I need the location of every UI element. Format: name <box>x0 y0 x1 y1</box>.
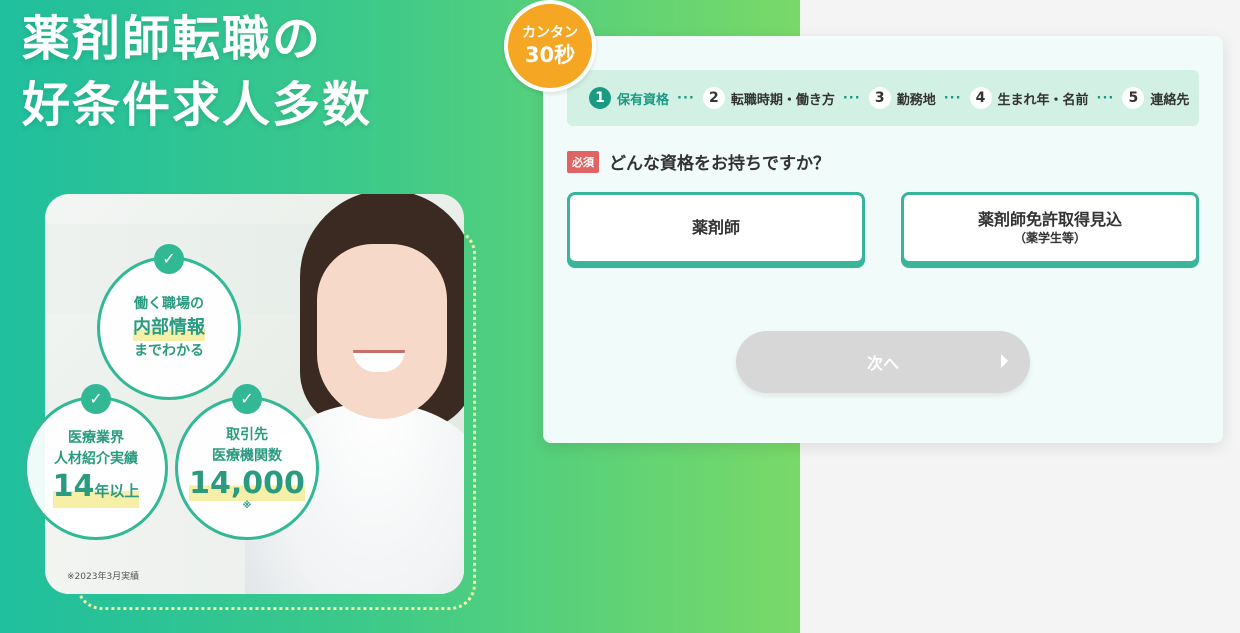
step-4: 4 生まれ年・名前 <box>969 87 1089 109</box>
hero-title-line1: 薬剤師転職の <box>22 11 323 67</box>
badge-line: までわかる <box>134 343 204 359</box>
step-3: 3 勤務地 <box>868 87 936 109</box>
badge-line: 医療業界 <box>68 430 124 446</box>
step-number: 1 <box>589 87 611 109</box>
badge-years-value: 14 <box>52 469 95 504</box>
question-row: 必須 どんな資格をお持ちですか？ <box>567 149 830 174</box>
check-icon: ✓ <box>232 384 262 414</box>
step-number: 5 <box>1122 87 1145 109</box>
badge-internal-info: ✓ 働く職場の 内部情報 までわかる <box>97 244 241 400</box>
step-label: 連絡先 <box>1150 92 1190 108</box>
step-2: 2 転職時期・働き方 <box>702 87 835 109</box>
step-number: 3 <box>868 87 891 109</box>
step-label: 勤務地 <box>896 92 936 108</box>
step-1: 1 保有資格 <box>589 87 669 109</box>
step-label: 生まれ年・名前 <box>997 92 1089 108</box>
footnote: ※2023年3月実績 <box>67 572 140 582</box>
badge-big-value: 14年以上 <box>52 469 140 508</box>
registration-form: 1 保有資格 ··· 2 転職時期・働き方 ··· 3 勤務地 ··· 4 生ま… <box>543 36 1223 443</box>
check-icon: ✓ <box>81 384 111 414</box>
option-label: 薬剤師免許取得見込 <box>977 210 1122 229</box>
next-button[interactable]: 次へ <box>736 331 1030 393</box>
option-license-expected[interactable]: 薬剤師免許取得見込 （薬学生等） <box>901 192 1199 264</box>
arrow-right-icon <box>1001 354 1008 368</box>
badge-line: 取引先 <box>226 427 268 443</box>
question-text: どんな資格をお持ちですか？ <box>609 154 830 174</box>
photo-face <box>317 244 447 419</box>
step-separator: ··· <box>1096 90 1115 106</box>
option-label: 薬剤師 <box>691 218 740 237</box>
badge-placement-record: ✓ 医療業界 人材紹介実績 14年以上 <box>24 384 168 540</box>
step-separator: ··· <box>943 90 962 106</box>
step-label: 転職時期・働き方 <box>730 92 835 108</box>
timer-value: 30秒 <box>524 43 576 67</box>
hero-title-line2: 好条件求人多数 <box>22 77 373 133</box>
required-badge: 必須 <box>567 150 599 173</box>
badge-big-value: 14,000 <box>189 466 305 501</box>
option-sublabel: （薬学生等） <box>1013 231 1086 245</box>
check-icon: ✓ <box>154 244 184 274</box>
step-indicator: 1 保有資格 ··· 2 転職時期・働き方 ··· 3 勤務地 ··· 4 生ま… <box>567 70 1199 126</box>
badge-years-unit: 年以上 <box>94 482 140 500</box>
step-number: 4 <box>969 87 992 109</box>
next-button-label: 次へ <box>866 354 899 373</box>
step-5: 5 連絡先 <box>1122 87 1189 109</box>
step-label: 保有資格 <box>617 92 670 108</box>
badge-note: ※ <box>242 501 252 511</box>
badge-line: 働く職場の <box>134 296 204 312</box>
hero-title: 薬剤師転職の 好条件求人多数 <box>22 6 372 138</box>
badge-line: 人材紹介実績 <box>54 451 138 467</box>
step-separator: ··· <box>677 90 695 106</box>
step-separator: ··· <box>842 90 861 106</box>
badge-line: 医療機関数 <box>212 448 282 464</box>
badge-highlight: 内部情報 <box>133 315 205 341</box>
step-number: 2 <box>702 87 725 109</box>
option-pharmacist[interactable]: 薬剤師 <box>567 192 865 264</box>
badge-partner-institutions: ✓ 取引先 医療機関数 14,000 ※ <box>175 384 319 540</box>
timer-label: カンタン <box>522 25 578 41</box>
timer-badge: カンタン 30秒 <box>504 0 596 92</box>
